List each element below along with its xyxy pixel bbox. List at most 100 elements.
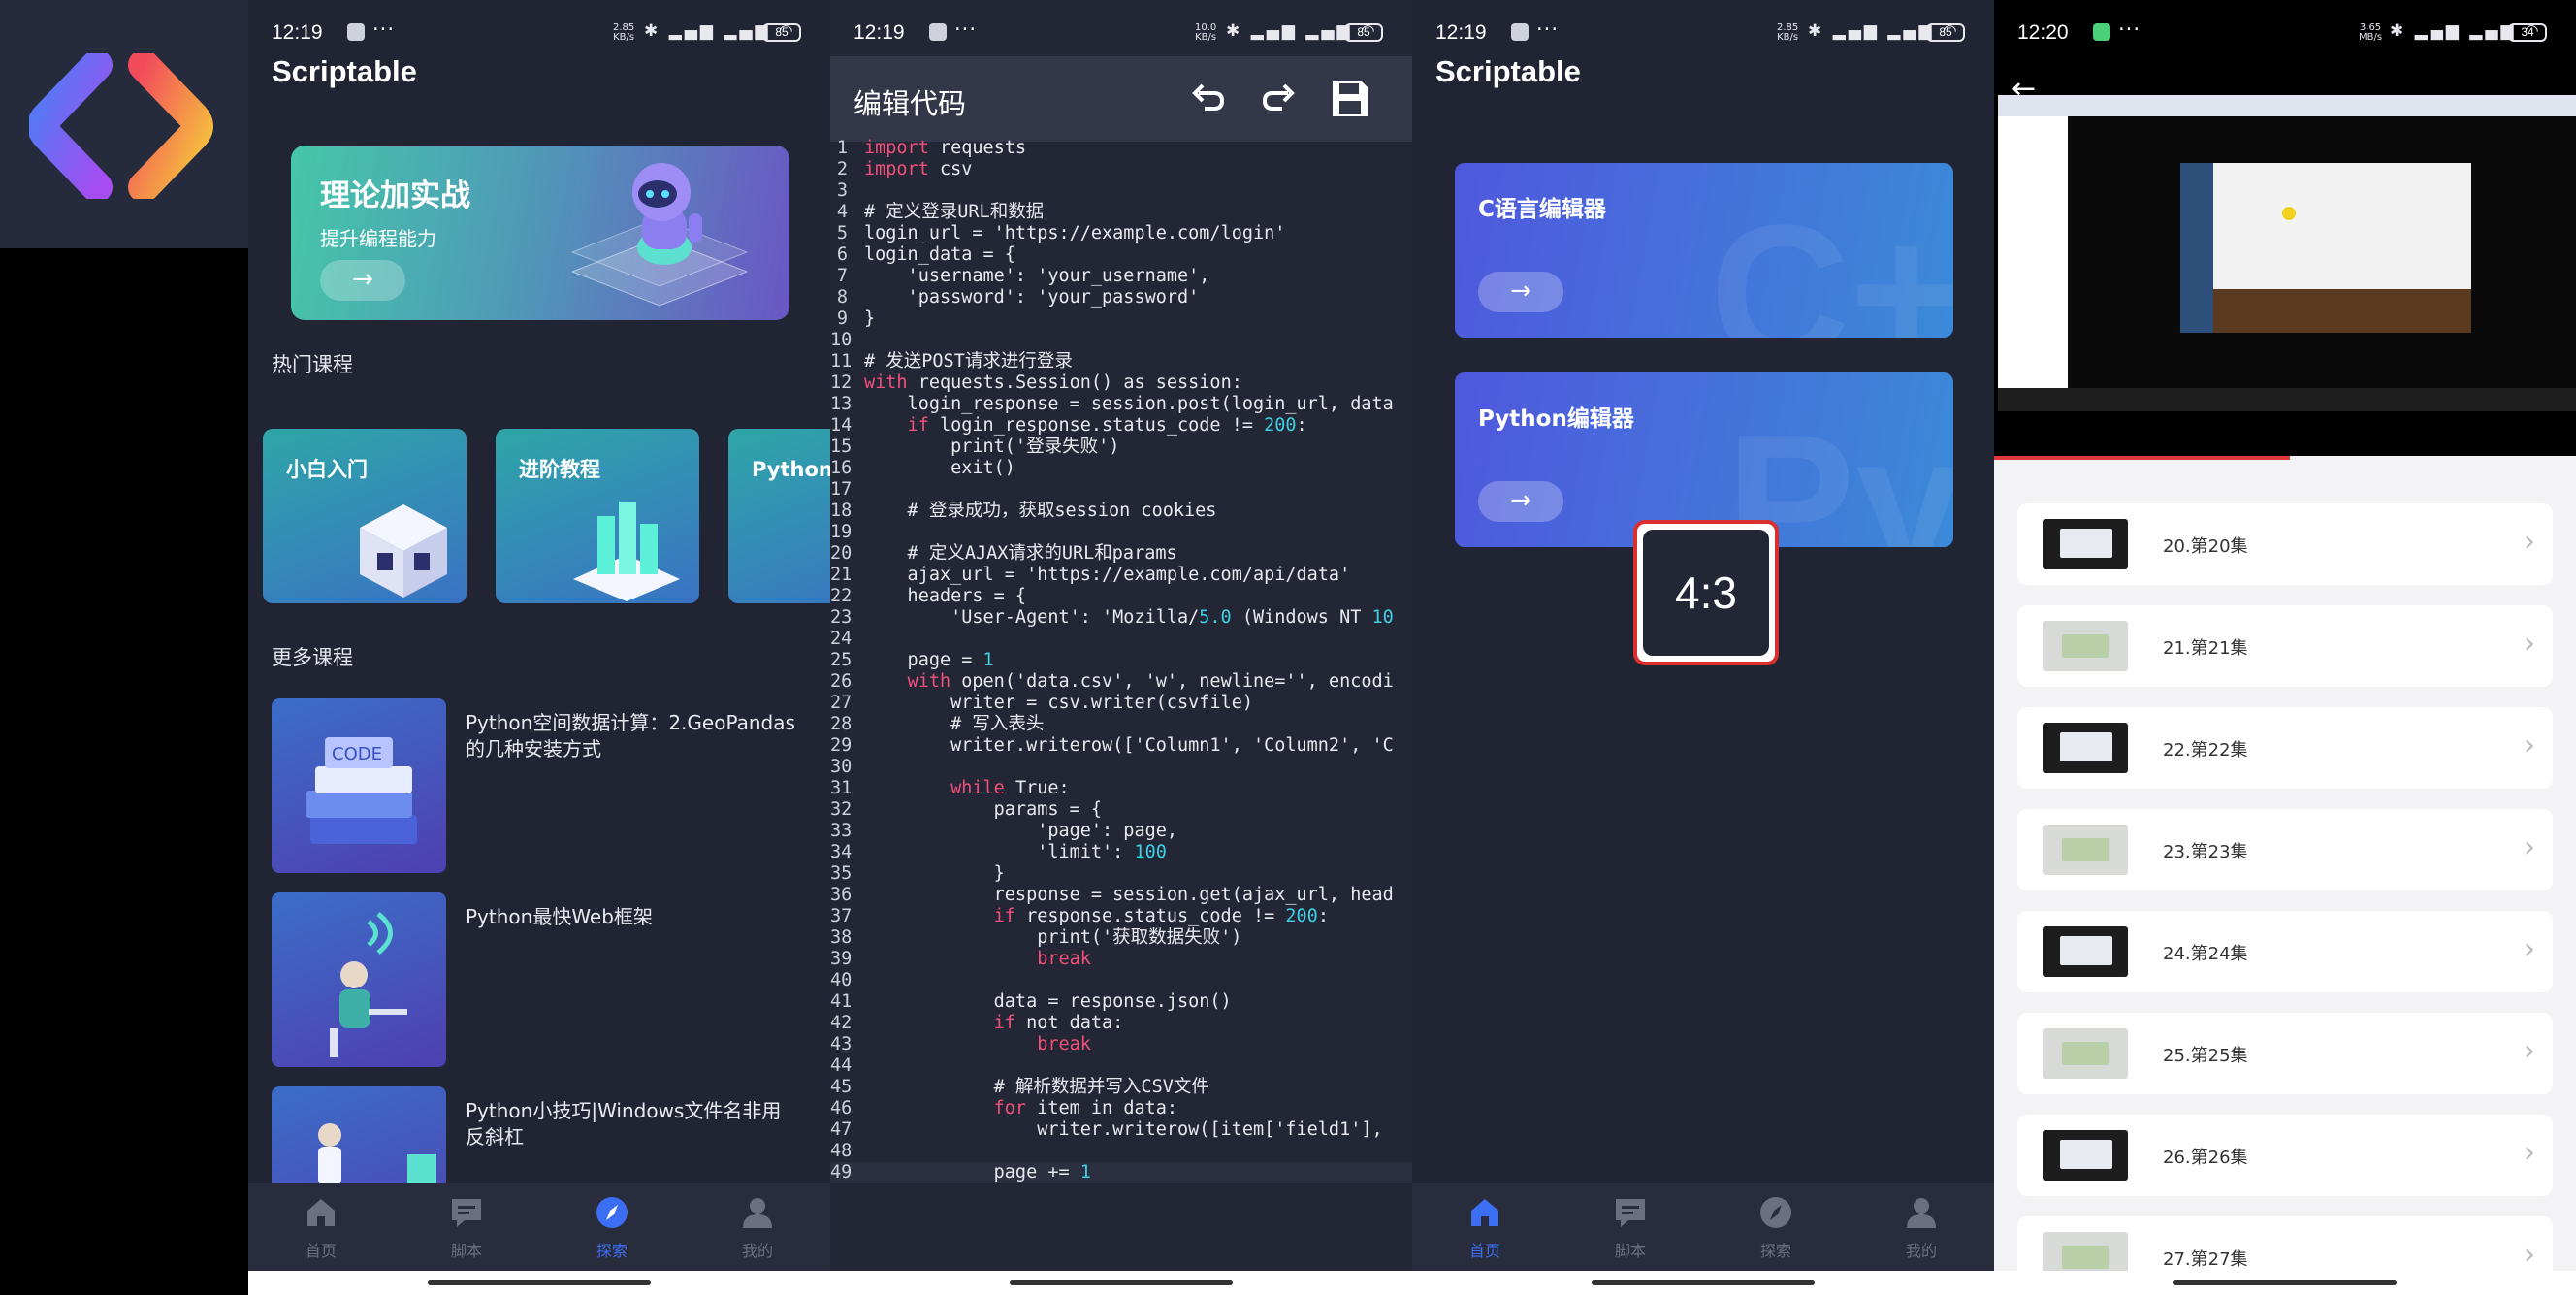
chevron-right-icon: ›: [2524, 932, 2535, 966]
line-number: 24: [830, 629, 853, 649]
home-icon: [1471, 1199, 1498, 1226]
line-text: page += 1: [864, 1162, 1091, 1182]
home-indicator: [248, 1271, 830, 1295]
list-item[interactable]: Python最快Web框架: [272, 892, 815, 1067]
episode-item[interactable]: 20.第20集 ›: [2017, 503, 2553, 585]
tab-profile[interactable]: 我的: [685, 1193, 830, 1271]
episode-item[interactable]: 25.第25集 ›: [2017, 1013, 2553, 1094]
code-line: 37 if response.status_code != 200:: [830, 906, 1412, 927]
course-card-python[interactable]: Python 提: [728, 429, 830, 603]
line-number: 20: [830, 543, 853, 564]
episode-item[interactable]: 22.第22集 ›: [2017, 707, 2553, 789]
code-line: 6 login_data = {: [830, 244, 1412, 266]
app-title: Scriptable: [272, 54, 417, 88]
video-player[interactable]: ←: [1994, 56, 2576, 456]
list-item[interactable]: CODE Python空间数据计算：2.GeoPandas的几种安装方式: [272, 698, 815, 873]
episode-item[interactable]: 24.第24集 ›: [2017, 911, 2553, 992]
line-number: 49: [830, 1162, 853, 1182]
code-line: 16 exit(): [830, 458, 1412, 479]
tab-explore[interactable]: 探索: [1703, 1193, 1849, 1271]
code-line: 2 import csv: [830, 159, 1412, 180]
line-number: 40: [830, 970, 853, 990]
tab-profile[interactable]: 我的: [1849, 1193, 1994, 1271]
tab-home[interactable]: 首页: [1412, 1193, 1558, 1271]
code-line: 29 writer.writerow(['Column1', 'Column2'…: [830, 735, 1412, 757]
line-number: 41: [830, 991, 853, 1012]
video-progress-bar[interactable]: [1994, 456, 2290, 460]
line-number: 8: [836, 287, 848, 308]
home-indicator: [1412, 1271, 1994, 1295]
code-line: 19: [830, 522, 1412, 543]
line-text: import csv: [864, 159, 973, 179]
battery-indicator: 85: [1344, 23, 1383, 42]
editors-screen: 12:19 ··· 2.85 KB/s ✱ ▂▄▆ ▂▄▆ ◠ 85 Scrip…: [1412, 0, 1994, 1295]
code-area[interactable]: 1 import requests 2 import csv 3 4 # 定义登录URL和数…: [830, 138, 1412, 1185]
editor-toolbar: 编辑代码: [830, 56, 1412, 142]
books-illustration-icon: CODE: [306, 737, 417, 844]
line-text: for item in data:: [993, 1098, 1178, 1118]
line-text: # 写入表头: [864, 714, 1045, 734]
episode-item[interactable]: 21.第21集 ›: [2017, 605, 2553, 687]
course-card-label: 进阶教程: [519, 458, 600, 481]
tab-scripts[interactable]: 脚本: [394, 1193, 539, 1271]
notification-icon: [1511, 23, 1529, 41]
episode-item[interactable]: 23.第23集 ›: [2017, 809, 2553, 890]
code-line: 42 if not data:: [830, 1013, 1412, 1034]
tab-scripts[interactable]: 脚本: [1558, 1193, 1703, 1271]
c-watermark-icon: C+: [1709, 185, 1953, 338]
notification-icon: [929, 23, 947, 41]
course-title: Python空间数据计算：2.GeoPandas的几种安装方式: [466, 711, 795, 761]
code-line: 38 print('获取数据失败'): [830, 927, 1412, 949]
line-number: 16: [830, 458, 853, 478]
line-text: }: [864, 863, 1005, 884]
course-card-beginner[interactable]: 小白入门: [263, 429, 467, 603]
tab-label: 首页: [305, 1242, 337, 1260]
card-arrow-button[interactable]: →: [1478, 272, 1563, 312]
bottom-tab-bar: 首页 脚本 探索 我的: [248, 1183, 830, 1271]
episode-thumbnail: [2043, 1028, 2128, 1079]
tab-explore[interactable]: 探索: [539, 1193, 685, 1271]
line-text: login_data = {: [864, 244, 1015, 265]
chevron-right-icon: ›: [2524, 728, 2535, 762]
line-number: 1: [836, 138, 848, 158]
aspect-ratio-badge[interactable]: 4:3: [1633, 520, 1779, 665]
banner-arrow-button[interactable]: →: [320, 260, 405, 301]
line-number: 33: [830, 821, 853, 841]
episode-title: 26.第26集: [2163, 1148, 2248, 1168]
redo-icon[interactable]: [1257, 78, 1300, 120]
code-line: 44: [830, 1055, 1412, 1077]
episode-title: 21.第21集: [2163, 638, 2248, 659]
line-number: 23: [830, 607, 853, 628]
line-number: 30: [830, 757, 853, 777]
code-line: 3: [830, 180, 1412, 202]
save-icon[interactable]: [1329, 78, 1371, 120]
person-laptop-illustration-icon: [330, 912, 407, 1057]
c-editor-card[interactable]: C+ C语言编辑器 →: [1455, 163, 1953, 338]
promo-banner[interactable]: 理论加实战 提升编程能力 →: [291, 146, 789, 320]
code-line: 41 data = response.json(): [830, 991, 1412, 1013]
code-line: 13 login_response = session.post(login_u…: [830, 394, 1412, 415]
undo-icon[interactable]: [1187, 78, 1230, 120]
line-text: page = 1: [864, 650, 994, 670]
line-number: 18: [830, 501, 853, 521]
line-text: ajax_url = 'https://example.com/api/data…: [864, 565, 1351, 585]
line-text: exit(): [864, 458, 1015, 478]
code-line: 28 # 写入表头: [830, 714, 1412, 735]
line-number: 26: [830, 671, 853, 692]
line-number: 13: [830, 394, 853, 414]
line-text: import requests: [864, 138, 1027, 158]
hot-courses-heading: 热门课程: [272, 353, 353, 376]
bottom-tab-bar: 首页 脚本 探索 我的: [1412, 1183, 1994, 1271]
code-line: 9}: [830, 308, 1412, 330]
episode-thumbnail: [2043, 825, 2128, 875]
card-arrow-button[interactable]: →: [1478, 481, 1563, 522]
line-text: 'username': 'your_username',: [864, 266, 1210, 286]
code-line: 10: [830, 330, 1412, 351]
tab-home[interactable]: 首页: [248, 1193, 394, 1271]
episode-item[interactable]: 26.第26集 ›: [2017, 1115, 2553, 1196]
course-card-advanced[interactable]: 进阶教程: [496, 429, 699, 603]
code-line: 14 if login_response.status_code != 200:: [830, 415, 1412, 437]
card-label: Python编辑器: [1478, 406, 1634, 432]
episode-thumbnail: [2043, 926, 2128, 977]
line-text: break: [1037, 949, 1091, 969]
